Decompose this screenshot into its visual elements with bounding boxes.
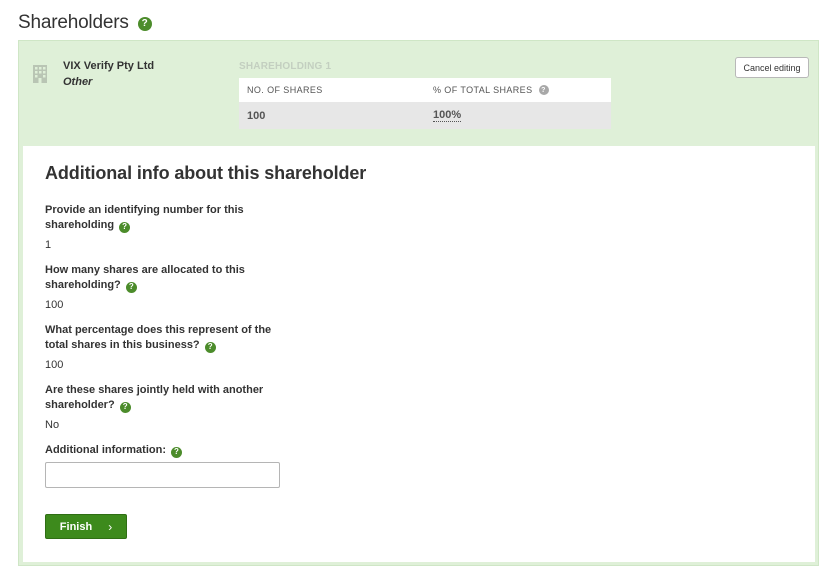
column-header-shares: NO. OF SHARES [247, 85, 323, 95]
help-icon[interactable]: ? [119, 221, 131, 233]
percent-cell: 100% [433, 109, 611, 122]
additional-info-input[interactable] [45, 462, 280, 488]
field-value-identifying-number: 1 [45, 239, 52, 251]
field-label-text: How many shares are allocated to this sh… [45, 264, 245, 291]
shareholding-title: SHAREHOLDING 1 [239, 61, 332, 72]
cancel-editing-button[interactable]: Cancel editing [735, 57, 809, 78]
page-header: Shareholders ? [18, 10, 152, 36]
field-label-text: What percentage does this represent of t… [45, 324, 272, 351]
field-label-identifying-number: Provide an identifying number for this s… [45, 203, 285, 233]
shareholder-name: VIX Verify Pty Ltd [63, 60, 155, 72]
column-header-percent: % OF TOTAL SHARES ? [433, 85, 611, 95]
field-label-shares-allocated: How many shares are allocated to this sh… [45, 263, 285, 293]
column-header-percent-label: % OF TOTAL SHARES [433, 85, 533, 95]
field-label-percentage: What percentage does this represent of t… [45, 323, 285, 353]
percent-value[interactable]: 100% [433, 109, 462, 122]
help-icon[interactable]: ? [137, 17, 152, 31]
field-value-jointly-held: No [45, 419, 60, 431]
help-icon[interactable]: ? [170, 446, 182, 458]
field-label-text: Provide an identifying number for this s… [45, 204, 244, 231]
field-label-additional-info: Additional information:? [45, 443, 285, 458]
shareholding-table: NO. OF SHARES % OF TOTAL SHARES ? 100 10… [239, 78, 611, 129]
building-icon [33, 65, 47, 83]
field-value-percentage: 100 [45, 359, 64, 371]
field-label-text: Are these shares jointly held with anoth… [45, 384, 264, 411]
help-icon[interactable]: ? [119, 401, 131, 413]
table-header: NO. OF SHARES % OF TOTAL SHARES ? [239, 78, 611, 102]
help-icon[interactable]: ? [125, 281, 137, 293]
help-icon[interactable]: ? [538, 85, 549, 95]
table-row: 100 100% [239, 102, 611, 129]
additional-info-card: Additional info about this shareholder P… [23, 146, 815, 562]
shares-value: 100 [247, 109, 266, 122]
page-title: Shareholders [18, 12, 129, 33]
help-icon[interactable]: ? [204, 341, 216, 353]
shareholder-type: Other [63, 76, 93, 88]
field-value-shares-allocated: 100 [45, 299, 64, 311]
finish-label: Finish [59, 520, 93, 533]
field-label-text: Additional information: [45, 444, 166, 456]
finish-button[interactable]: Finish › [45, 514, 127, 539]
section-title: Additional info about this shareholder [45, 163, 367, 183]
field-label-jointly-held: Are these shares jointly held with anoth… [45, 383, 285, 413]
shareholder-panel: VIX Verify Pty Ltd Other SHAREHOLDING 1 … [18, 40, 819, 566]
chevron-right-icon: › [108, 519, 113, 534]
